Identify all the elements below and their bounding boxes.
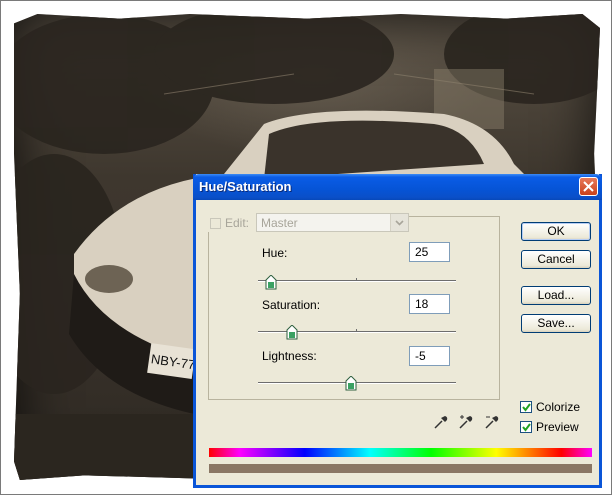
- hue-saturation-dialog: Hue/Saturation Edit: Master Hue: 25 Satu…: [193, 174, 602, 488]
- hue-label: Hue:: [262, 246, 288, 260]
- lightness-input[interactable]: -5: [409, 346, 450, 366]
- saturation-label: Saturation:: [262, 298, 321, 312]
- hue-slider-track[interactable]: [258, 280, 456, 282]
- hue-spectrum-bar: [209, 448, 592, 457]
- hue-slider-thumb[interactable]: [265, 275, 277, 290]
- preview-checkbox[interactable]: [520, 421, 532, 433]
- chevron-down-icon: [390, 214, 408, 231]
- ok-button[interactable]: OK: [521, 222, 591, 241]
- dialog-title: Hue/Saturation: [199, 179, 292, 194]
- colorize-label[interactable]: Colorize: [536, 400, 580, 414]
- edit-checkbox: [210, 218, 221, 229]
- edit-select: Master: [256, 213, 409, 232]
- close-icon: [583, 181, 594, 192]
- hue-center-tick: [356, 278, 357, 281]
- eyedropper-icon[interactable]: [433, 414, 449, 430]
- colorize-checkbox[interactable]: [520, 401, 532, 413]
- saturation-center-tick: [356, 329, 357, 332]
- lightness-label: Lightness:: [262, 349, 317, 363]
- adjustment-group: [208, 216, 500, 400]
- load-button[interactable]: Load...: [521, 286, 591, 305]
- title-bar[interactable]: Hue/Saturation: [193, 174, 602, 200]
- saturation-input[interactable]: 18: [409, 294, 450, 314]
- eyedropper-plus-icon[interactable]: [458, 414, 474, 430]
- save-button[interactable]: Save...: [521, 314, 591, 333]
- checkmark-icon: [522, 403, 531, 412]
- colorize-tint-bar: [209, 464, 592, 473]
- eyedropper-minus-icon[interactable]: [484, 414, 500, 430]
- edit-select-value: Master: [261, 216, 298, 230]
- lightness-slider-track[interactable]: [258, 382, 456, 384]
- cancel-button[interactable]: Cancel: [521, 250, 591, 269]
- close-button[interactable]: [579, 177, 598, 196]
- lightness-slider-thumb[interactable]: [345, 376, 357, 391]
- checkmark-icon: [522, 423, 531, 432]
- saturation-slider-thumb[interactable]: [286, 325, 298, 340]
- preview-label[interactable]: Preview: [536, 420, 579, 434]
- hue-input[interactable]: 25: [409, 242, 450, 262]
- edit-label: Edit:: [225, 216, 250, 230]
